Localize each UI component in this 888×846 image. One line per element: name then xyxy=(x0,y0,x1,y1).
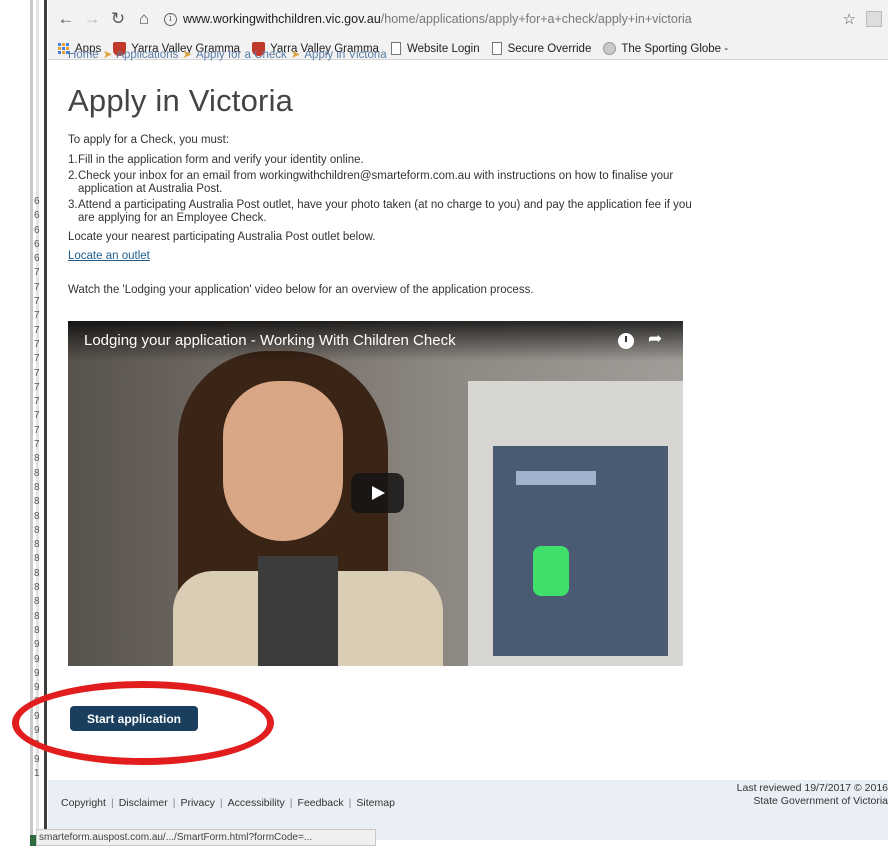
row-number: 8 xyxy=(34,567,40,579)
last-reviewed-text: Last reviewed 19/7/2017 © 2016 xyxy=(736,782,888,794)
url-path: /home/applications/apply+for+a+check/app… xyxy=(380,12,692,26)
footer-separator: | xyxy=(348,797,352,809)
row-number: 7 xyxy=(34,410,40,422)
row-number: 9 xyxy=(34,639,40,651)
step-text: Attend a participating Australia Post ou… xyxy=(78,199,692,224)
row-number: 9 xyxy=(34,682,40,694)
breadcrumb-apply-for-check[interactable]: Apply for a Check xyxy=(196,51,287,61)
page-title: Apply in Victoria xyxy=(68,83,294,118)
footer-link-disclaimer[interactable]: Disclaimer xyxy=(119,797,168,809)
forward-arrow-icon[interactable]: → xyxy=(82,9,102,29)
step-number: 3. xyxy=(68,199,78,211)
row-number: 7 xyxy=(34,381,40,393)
steps-list: 1. Fill in the application form and verif… xyxy=(68,154,708,225)
row-number: 8 xyxy=(34,481,40,493)
row-number: 7 xyxy=(34,396,40,408)
row-number: 6 xyxy=(34,224,40,236)
row-number: 9 xyxy=(34,653,40,665)
row-number: 8 xyxy=(34,510,40,522)
row-number: 8 xyxy=(34,610,40,622)
footer-links: Copyright | Disclaimer | Privacy | Accessibili… xyxy=(61,797,395,809)
row-number: 8 xyxy=(34,582,40,594)
video-title[interactable]: Lodging your application - Working With … xyxy=(84,332,456,349)
url-host: www.workingwithchildren.vic.gov.au xyxy=(183,12,381,26)
footer-link-accessibility[interactable]: Accessibility xyxy=(228,797,285,809)
row-number: 6 xyxy=(34,196,40,207)
extension-icon[interactable] xyxy=(866,11,882,27)
row-number: 8 xyxy=(34,453,40,465)
breadcrumb-separator-icon: ➤ xyxy=(290,51,301,61)
row-number: 7 xyxy=(34,324,40,336)
row-number: 7 xyxy=(34,267,40,279)
breadcrumb-applications[interactable]: Applications xyxy=(116,51,178,61)
video-shelf-label xyxy=(516,471,596,485)
reload-icon[interactable]: ↻ xyxy=(108,9,128,29)
row-number: 7 xyxy=(34,296,40,308)
row-number: 7 xyxy=(34,338,40,350)
row-number: 7 xyxy=(34,439,40,451)
background-row-numbers: 6666677777777777778888888888888999999999… xyxy=(34,195,44,781)
step-text: Fill in the application form and verify … xyxy=(78,154,364,166)
list-item: 1. Fill in the application form and verif… xyxy=(68,154,708,167)
video-person-scarf xyxy=(258,556,338,666)
footer-link-privacy[interactable]: Privacy xyxy=(180,797,214,809)
back-arrow-icon[interactable]: ← xyxy=(56,9,76,29)
row-number: 8 xyxy=(34,624,40,636)
row-number: 9 xyxy=(34,667,40,679)
home-icon[interactable]: ⌂ xyxy=(134,9,154,29)
red-highlight-ellipse xyxy=(12,681,274,765)
row-number: 8 xyxy=(34,553,40,565)
address-bar[interactable]: i www.workingwithchildren.vic.gov.au/hom… xyxy=(164,6,839,32)
government-text: State Government of Victoria xyxy=(753,795,888,807)
footer-link-feedback[interactable]: Feedback xyxy=(298,797,344,809)
row-number: 7 xyxy=(34,353,40,365)
browser-toolbar: ← → ↻ ⌂ i www.workingwithchildren.vic.go… xyxy=(48,0,888,38)
footer-meta: Last reviewed 19/7/2017 © 2016 State Gov… xyxy=(737,782,888,808)
row-number: 8 xyxy=(34,467,40,479)
locate-text: Locate your nearest participating Austra… xyxy=(68,231,376,243)
row-number: 7 xyxy=(34,310,40,322)
row-number: 6 xyxy=(34,253,40,265)
footer-link-sitemap[interactable]: Sitemap xyxy=(356,797,395,809)
browser-status-bar: smarteform.auspost.com.au/.../SmartForm.… xyxy=(36,829,376,846)
row-number: 8 xyxy=(34,524,40,536)
watch-later-clock-icon[interactable] xyxy=(618,333,634,349)
site-info-icon[interactable]: i xyxy=(164,12,177,26)
row-number: 9 xyxy=(34,753,40,765)
breadcrumb: Home ➤ Applications ➤ Apply for a Check ➤ Appl… xyxy=(68,51,708,63)
play-button-icon[interactable] xyxy=(351,473,404,513)
row-number: 8 xyxy=(34,496,40,508)
main-content: Home ➤ Applications ➤ Apply for a Check ➤ Appl… xyxy=(68,51,708,666)
row-number: 7 xyxy=(34,367,40,379)
intro-text: To apply for a Check, you must: xyxy=(68,134,230,146)
breadcrumb-current: Apply in Victoria xyxy=(304,51,387,61)
row-number: 6 xyxy=(34,238,40,250)
step-text: Check your inbox for an email from worki… xyxy=(78,170,674,195)
row-number: 8 xyxy=(34,596,40,608)
breadcrumb-separator-icon: ➤ xyxy=(102,51,113,61)
row-number: 6 xyxy=(34,210,40,222)
row-number: 7 xyxy=(34,424,40,436)
footer-separator: | xyxy=(172,797,176,809)
breadcrumb-separator-icon: ➤ xyxy=(182,51,192,61)
video-green-object xyxy=(533,546,569,596)
footer-separator: | xyxy=(110,797,114,809)
share-arrow-icon[interactable]: ➦ xyxy=(648,329,662,349)
breadcrumb-home[interactable]: Home xyxy=(68,51,99,61)
step-number: 2. xyxy=(68,170,78,182)
footer-separator: | xyxy=(289,797,293,809)
bookmark-star-icon[interactable]: ☆ xyxy=(843,10,856,28)
step-number: 1. xyxy=(68,154,78,166)
list-item: 3. Attend a participating Australia Post … xyxy=(68,199,708,225)
footer-separator: | xyxy=(219,797,223,809)
locate-outlet-link[interactable]: Locate an outlet xyxy=(68,250,150,262)
watch-video-text: Watch the 'Lodging your application' vid… xyxy=(68,284,534,296)
list-item: 2. Check your inbox for an email from wor… xyxy=(68,170,708,196)
video-person-face xyxy=(223,381,343,541)
footer-link-copyright[interactable]: Copyright xyxy=(61,797,106,809)
video-player[interactable]: Lodging your application - Working With … xyxy=(68,321,683,666)
row-number: 1 xyxy=(34,767,40,779)
row-number: 8 xyxy=(34,539,40,551)
row-number: 7 xyxy=(34,281,40,293)
